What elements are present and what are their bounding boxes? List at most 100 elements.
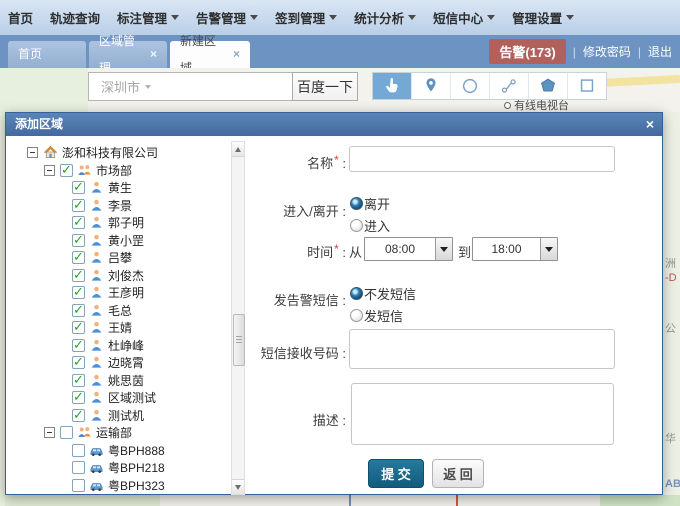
city-selector[interactable]: 深圳市 xyxy=(101,77,151,96)
hand-tool-button[interactable] xyxy=(373,73,411,99)
tree-node-item[interactable]: 刘俊杰 xyxy=(18,267,230,285)
tree-node-label: 黄小罡 xyxy=(108,232,144,249)
logout-link[interactable]: 退出 xyxy=(648,43,672,60)
poi-marker-icon xyxy=(504,102,511,109)
tree-checkbox[interactable] xyxy=(60,164,73,177)
map-search-input[interactable]: 深圳市 xyxy=(88,72,293,101)
tree-checkbox[interactable] xyxy=(72,304,85,317)
tree-node-label: 测试机 xyxy=(108,407,144,424)
chevron-down-icon xyxy=(171,15,179,20)
scroll-down-icon[interactable] xyxy=(232,479,244,494)
submit-button[interactable]: 提 交 xyxy=(368,459,424,488)
tree-checkbox[interactable] xyxy=(72,286,85,299)
tree-node-item[interactable]: 粤BPH218 xyxy=(18,459,230,477)
tree-collapse-icon[interactable] xyxy=(27,147,38,158)
name-field[interactable] xyxy=(349,146,615,172)
nav-item-短信中心[interactable]: 短信中心 xyxy=(433,8,495,27)
sms-radio-option[interactable]: 发短信 xyxy=(350,304,416,326)
radio-button-icon[interactable] xyxy=(350,309,363,322)
separator: | xyxy=(638,45,641,59)
radio-button-icon[interactable] xyxy=(350,287,363,300)
tree-node-item[interactable]: 粤BPH323 xyxy=(18,477,230,495)
radio-label: 发短信 xyxy=(364,306,403,325)
tree-checkbox[interactable] xyxy=(72,321,85,334)
tree-checkbox[interactable] xyxy=(72,216,85,229)
sms-number-field[interactable] xyxy=(349,329,615,369)
tab-close-icon[interactable]: × xyxy=(150,41,157,68)
tree-checkbox[interactable] xyxy=(72,409,85,422)
tree-checkbox[interactable] xyxy=(72,234,85,247)
person-icon xyxy=(89,390,104,405)
nav-item-告警管理[interactable]: 告警管理 xyxy=(196,8,258,27)
tab-区域管理[interactable]: 区域管理× xyxy=(89,41,167,68)
chevron-down-icon xyxy=(408,15,416,20)
tree-node-item[interactable]: 黄生 xyxy=(18,179,230,197)
alarm-badge[interactable]: 告警(173) xyxy=(489,39,565,64)
inout-radio-option[interactable]: 离开 xyxy=(350,192,390,214)
sms-number-label: 短信接收号码 : xyxy=(146,343,346,362)
radio-button-icon[interactable] xyxy=(350,219,363,232)
tree-collapse-icon[interactable] xyxy=(44,427,55,438)
sms-radio-option[interactable]: 不发短信 xyxy=(350,282,416,304)
tree-checkbox[interactable] xyxy=(72,479,85,492)
tree-node-label: 市场部 xyxy=(96,162,132,179)
back-button[interactable]: 返 回 xyxy=(432,459,484,488)
tree-checkbox[interactable] xyxy=(72,339,85,352)
time-from-select[interactable]: 08:00 xyxy=(364,237,453,261)
tree-checkbox[interactable] xyxy=(72,444,85,457)
chevron-down-icon xyxy=(250,15,258,20)
tab-首页[interactable]: 首页 xyxy=(8,41,86,68)
chevron-down-icon xyxy=(329,15,337,20)
polyline-tool-button[interactable] xyxy=(489,73,528,99)
tree-node-item[interactable]: 粤BPH888 xyxy=(18,442,230,460)
inout-label: 进入/离开 : xyxy=(146,201,346,220)
tree-checkbox[interactable] xyxy=(72,374,85,387)
description-label: 描述 : xyxy=(146,410,346,429)
tree-node-item[interactable]: 姚思茵 xyxy=(18,372,230,390)
nav-item-签到管理[interactable]: 签到管理 xyxy=(275,8,337,27)
sms-label: 发告警短信 : xyxy=(146,290,346,309)
nav-item-label: 轨迹查询 xyxy=(50,8,100,27)
tree-checkbox[interactable] xyxy=(72,199,85,212)
map-text-fragment: 华 xyxy=(665,430,676,446)
tree-checkbox[interactable] xyxy=(72,251,85,264)
nav-item-统计分析[interactable]: 统计分析 xyxy=(354,8,416,27)
nav-item-轨迹查询[interactable]: 轨迹查询 xyxy=(50,8,100,27)
tree-checkbox[interactable] xyxy=(72,269,85,282)
tree-checkbox[interactable] xyxy=(72,391,85,404)
person-icon xyxy=(89,285,104,300)
change-password-link[interactable]: 修改密码 xyxy=(583,43,631,60)
close-icon[interactable]: × xyxy=(646,115,654,134)
tab-新建区域[interactable]: 新建区域× xyxy=(170,41,250,68)
inout-radio-group: 离开进入 xyxy=(350,192,390,236)
dropdown-arrow-icon[interactable] xyxy=(435,238,452,260)
circle-tool-button[interactable] xyxy=(450,73,489,99)
tree-checkbox[interactable] xyxy=(72,356,85,369)
baidu-search-button[interactable]: 百度一下 xyxy=(292,72,358,101)
tab-close-icon[interactable]: × xyxy=(233,41,240,68)
nav-item-标注管理[interactable]: 标注管理 xyxy=(117,8,179,27)
time-to-select[interactable]: 18:00 xyxy=(472,237,558,261)
tree-checkbox[interactable] xyxy=(60,426,73,439)
nav-item-label: 统计分析 xyxy=(354,8,404,27)
tree-node-label: 刘俊杰 xyxy=(108,267,144,284)
tree-collapse-icon[interactable] xyxy=(44,165,55,176)
tree-node-item[interactable]: 区域测试 xyxy=(18,389,230,407)
nav-item-管理设置[interactable]: 管理设置 xyxy=(512,8,574,27)
tree-checkbox[interactable] xyxy=(72,461,85,474)
map-road xyxy=(456,495,458,506)
radio-button-icon[interactable] xyxy=(350,197,363,210)
polygon-tool-button[interactable] xyxy=(528,73,567,99)
map-text-fragment: -D xyxy=(665,272,677,284)
nav-item-label: 首页 xyxy=(8,8,33,27)
pin-tool-button[interactable] xyxy=(411,73,450,99)
tree-node-item[interactable]: 王婧 xyxy=(18,319,230,337)
description-field[interactable] xyxy=(351,383,614,445)
dropdown-arrow-icon[interactable] xyxy=(540,238,557,260)
tree-scrollbar[interactable] xyxy=(231,141,245,495)
rectangle-tool-button[interactable] xyxy=(567,73,606,99)
group-icon xyxy=(77,425,92,440)
tree-checkbox[interactable] xyxy=(72,181,85,194)
nav-item-首页[interactable]: 首页 xyxy=(8,8,33,27)
inout-radio-option[interactable]: 进入 xyxy=(350,214,390,236)
